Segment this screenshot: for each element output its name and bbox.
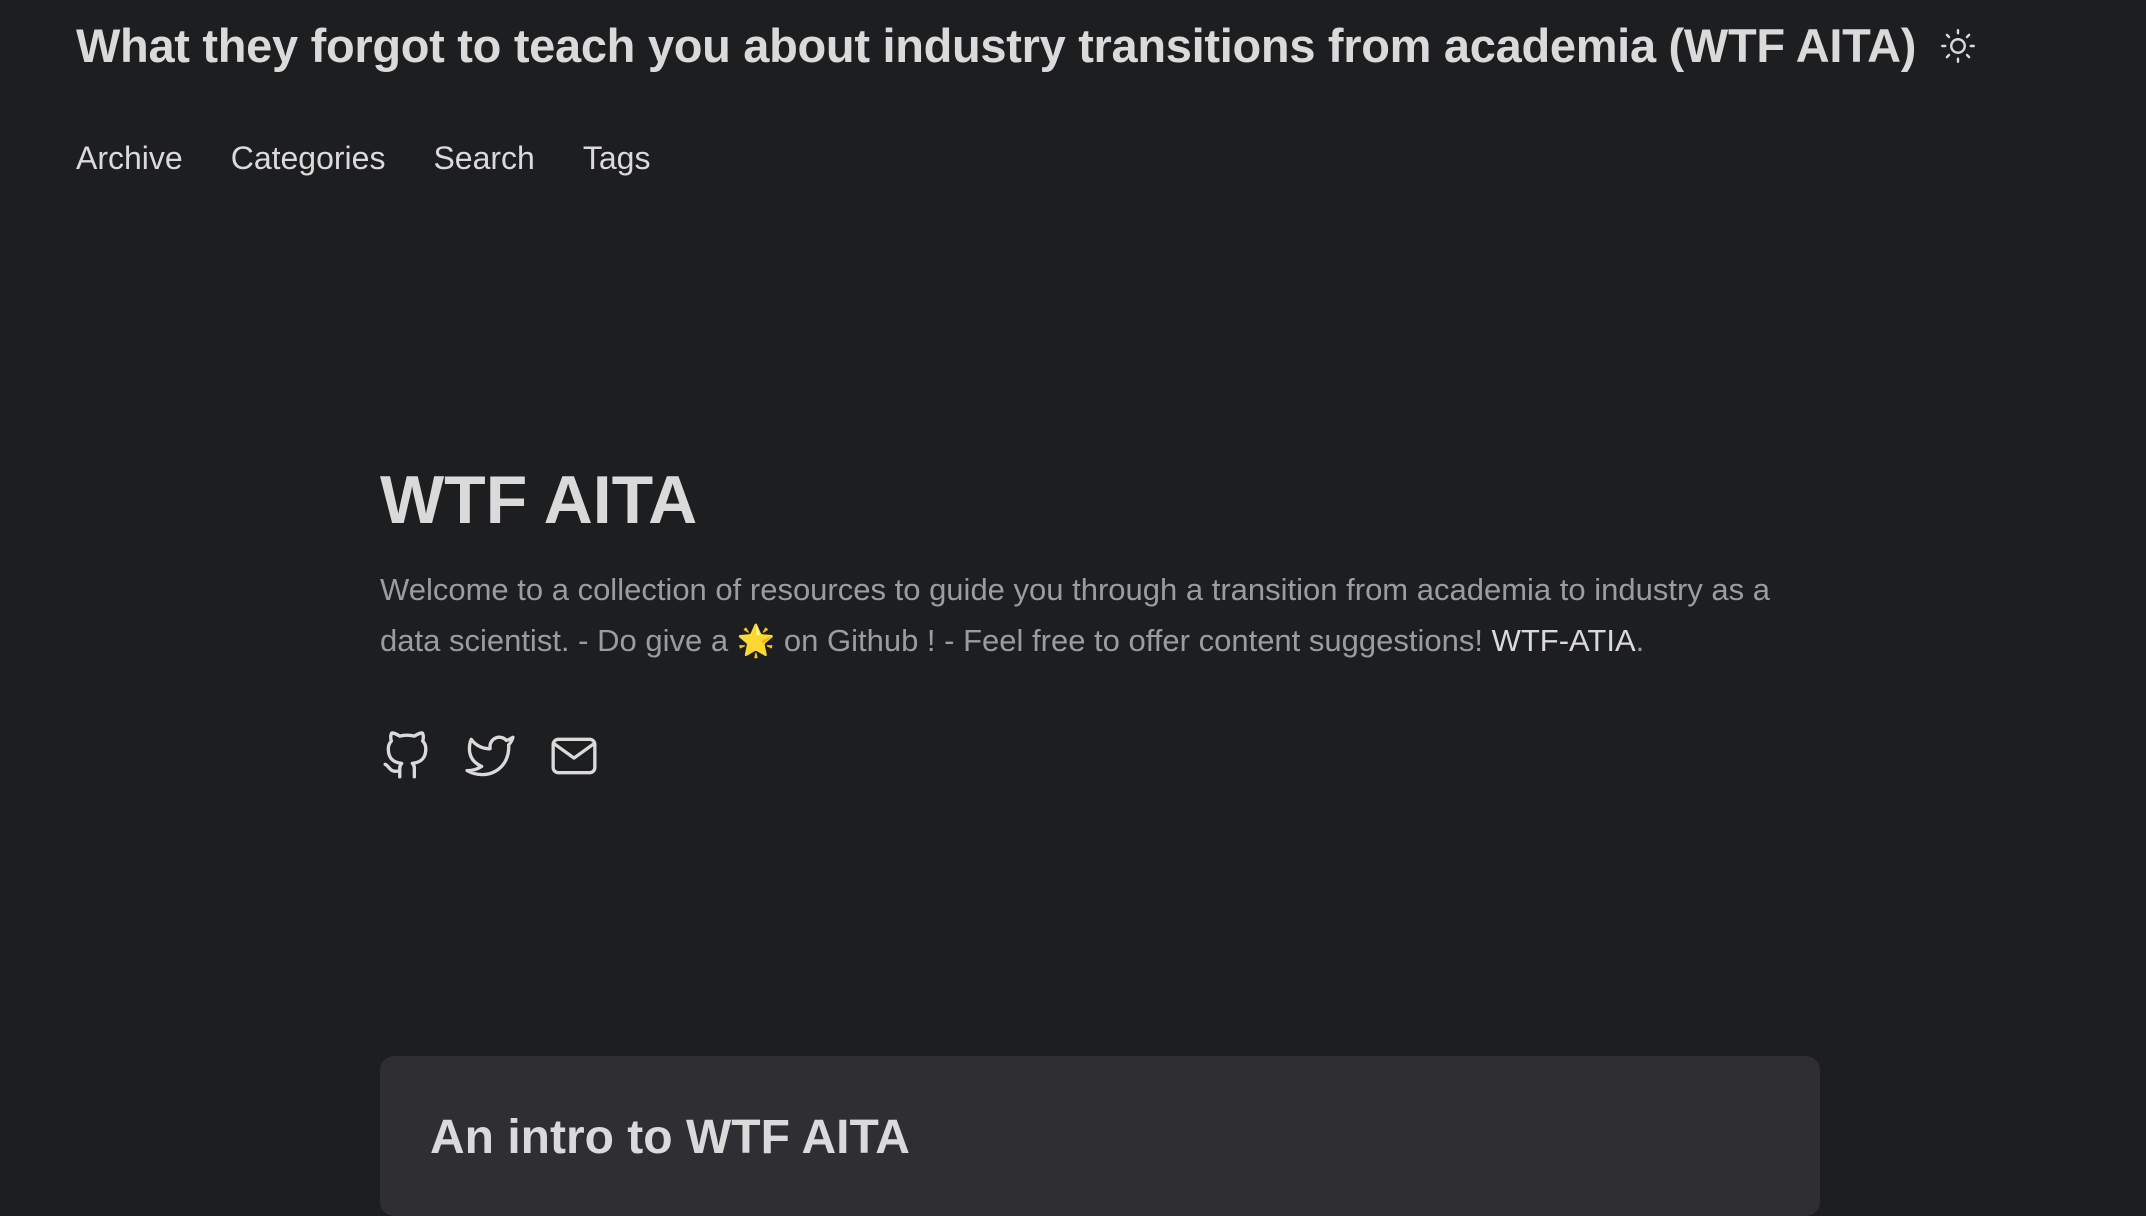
nav-search[interactable]: Search [433,140,534,177]
nav-tags[interactable]: Tags [583,140,651,177]
nav-categories[interactable]: Categories [231,140,386,177]
description-end: . [1635,622,1645,658]
home-title: WTF AITA [380,462,698,538]
sun-icon[interactable] [1938,26,1978,66]
email-icon[interactable] [548,730,600,782]
post-card[interactable]: An intro to WTF AITA [380,1056,1820,1216]
home-info: WTF AITA Welcome to a collection of reso… [380,460,1820,779]
github-icon[interactable] [380,730,432,782]
site-title-row: What they forgot to teach you about indu… [76,18,1978,73]
nav-archive[interactable]: Archive [76,140,183,177]
description-text-continued: on Github ! - Feel free to offer content… [775,622,1492,658]
main-nav: Archive Categories Search Tags [76,140,650,177]
repo-link[interactable]: WTF-ATIA [1492,623,1636,658]
home-description: Welcome to a collection of resources to … [380,564,1820,666]
social-icons [380,730,600,782]
site-title[interactable]: What they forgot to teach you about indu… [76,18,1916,73]
twitter-icon[interactable] [464,730,516,782]
post-title[interactable]: An intro to WTF AITA [430,1110,910,1165]
star-emoji: 🌟 [736,622,776,658]
